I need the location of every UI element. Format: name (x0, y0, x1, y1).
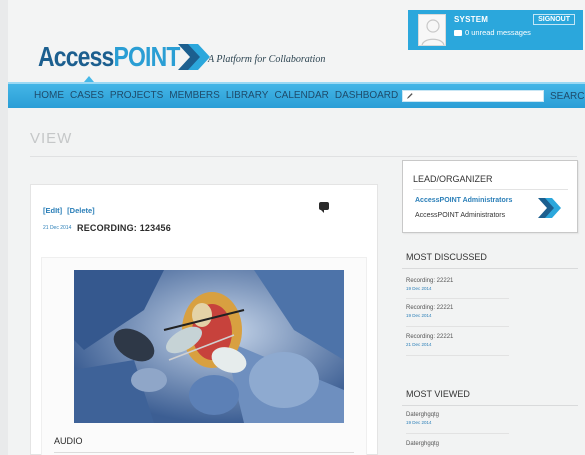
item-title: Recording: 22221 (406, 278, 454, 284)
item-title: Recording: 22221 (406, 334, 454, 340)
recording-card: [EdIt] [Delete] 21 Dec 2014 RECORDING: 1… (30, 184, 378, 455)
signout-button[interactable]: SIGNOUT (533, 14, 575, 25)
logo-tagline: A Platform for Collaboration (208, 54, 326, 65)
lead-organizer-title: LEAD/ORGANIZER (413, 174, 493, 184)
item-date: 19 Dec 2014 (406, 420, 432, 425)
nav-item-library[interactable]: LIBRARY (226, 90, 269, 101)
user-panel: SYSTEM 0 unread messages SIGNOUT (408, 10, 583, 50)
list-item[interactable]: Recording: 22221 19 Dec 2014 (406, 278, 453, 291)
nav-item-dashboard[interactable]: DASHBOARD (335, 90, 398, 101)
pencil-icon (406, 93, 413, 99)
item-divider (406, 433, 509, 434)
item-divider (406, 355, 509, 356)
most-viewed-title: MOST VIEWED (406, 389, 470, 399)
organizer-chevron-icon (538, 198, 561, 218)
surgery-photo[interactable] (74, 270, 344, 423)
logo-accent-text: POINT (113, 41, 181, 72)
avatar[interactable] (418, 14, 446, 46)
list-item[interactable]: Daterghgqtg 19 Dec 2014 (406, 412, 439, 425)
envelope-icon (454, 29, 462, 36)
page-title: VIEW (30, 130, 73, 147)
lead-organizer-subtitle: AccessPOINT Administrators (415, 212, 506, 219)
lead-divider (413, 189, 568, 190)
list-item[interactable]: Daterghgqtg (406, 441, 439, 447)
search-field[interactable] (402, 90, 544, 102)
recording-title: RECORDING: 123456 (77, 223, 171, 233)
search-button[interactable]: SEARCH (550, 91, 585, 102)
main-nav: HOME CASES PROJECTS MEMBERS LIBRARY CALE… (8, 76, 585, 108)
delete-link[interactable]: [Delete] (67, 206, 95, 215)
title-divider (30, 156, 577, 157)
item-date: 19 Dec 2014 (406, 313, 432, 318)
list-item[interactable]: Recording: 22221 19 Dec 2014 (406, 305, 453, 318)
surgery-image (74, 270, 344, 423)
nav-items: HOME CASES PROJECTS MEMBERS LIBRARY CALE… (34, 90, 398, 101)
recording-date: 21 Dec 2014 (43, 225, 72, 231)
nav-item-cases[interactable]: CASES (70, 90, 104, 101)
media-panel: AUDIO (41, 257, 367, 455)
logo-wordmark: AccessPOINT (38, 41, 180, 73)
item-title: Daterghgqtg (406, 441, 440, 447)
item-date: 19 Dec 2014 (406, 286, 432, 291)
comment-icon[interactable] (319, 202, 329, 213)
site-logo[interactable]: AccessPOINT (38, 40, 211, 74)
item-date: 21 Dec 2014 (406, 342, 432, 347)
list-item[interactable]: Recording: 22221 21 Dec 2014 (406, 334, 453, 347)
audio-divider (54, 452, 354, 453)
logo-chevron-icon (178, 44, 210, 70)
item-divider (406, 326, 509, 327)
most-discussed-divider (402, 268, 578, 269)
item-title: Recording: 22221 (406, 305, 454, 311)
audio-label: AUDIO (54, 436, 83, 446)
site-header: AccessPOINT A Platform for Collaboration… (8, 0, 585, 82)
search-input[interactable] (413, 92, 543, 100)
most-discussed-title: MOST DISCUSSED (406, 252, 487, 262)
user-name[interactable]: SYSTEM (454, 15, 488, 24)
nav-item-members[interactable]: MEMBERS (169, 90, 220, 101)
active-tab-indicator (84, 76, 94, 82)
unread-messages-text: 0 unread messages (465, 28, 531, 37)
lead-organizer-panel: LEAD/ORGANIZER AccessPOINT Administrator… (402, 160, 578, 233)
item-title: Daterghgqtg (406, 412, 440, 418)
card-actions: [EdIt] [Delete] (43, 206, 95, 215)
logo-main-text: Access (38, 41, 114, 72)
lead-organizer-link[interactable]: AccessPOINT Administrators (415, 197, 512, 204)
nav-item-calendar[interactable]: CALENDAR (274, 90, 328, 101)
user-silhouette-icon (421, 19, 445, 45)
edit-link[interactable]: [EdIt] (43, 206, 62, 215)
item-divider (406, 298, 509, 299)
messages-link[interactable]: 0 unread messages (454, 28, 531, 37)
nav-item-projects[interactable]: PROJECTS (110, 90, 163, 101)
most-viewed-divider (402, 405, 578, 406)
nav-item-home[interactable]: HOME (34, 90, 64, 101)
